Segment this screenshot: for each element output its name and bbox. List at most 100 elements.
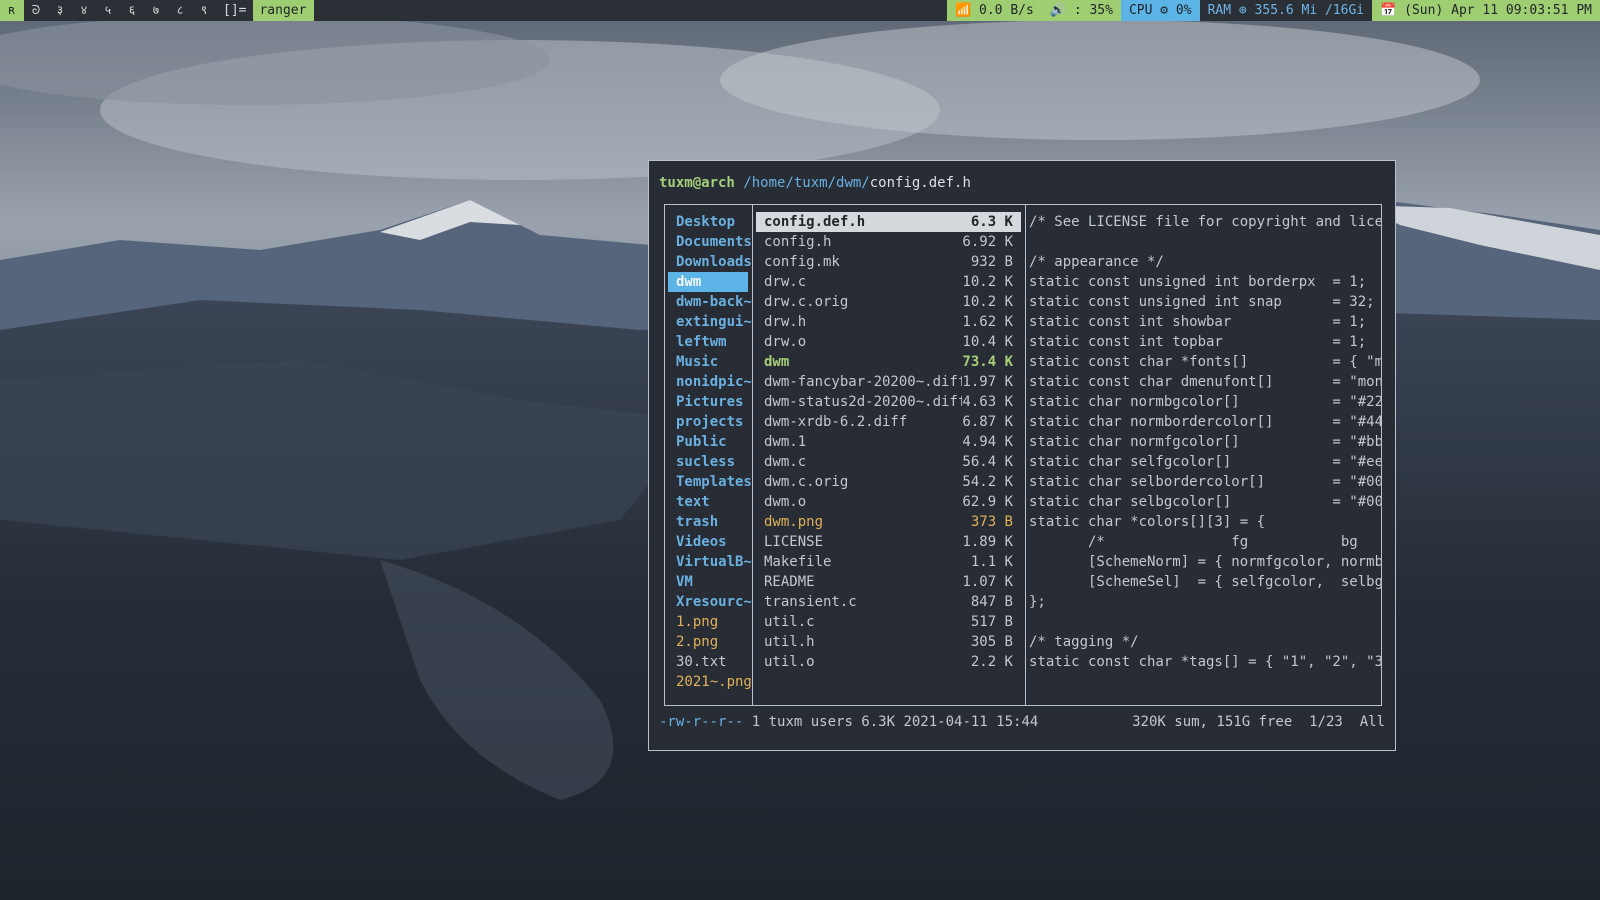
parent-entry[interactable]: Templates [668, 472, 752, 492]
parent-entry[interactable]: Music [668, 352, 748, 372]
file-entry[interactable]: util.o 2.2 K [756, 652, 1021, 672]
workspace-tag-4[interactable]: ४ [72, 0, 96, 21]
workspace-tag-8[interactable]: ८ [168, 0, 192, 21]
parent-entry[interactable]: 2.png [668, 632, 748, 652]
parent-entry[interactable]: text [668, 492, 748, 512]
preview-line: static const char *tags[] = { "1", "2", … [1029, 654, 1381, 670]
preview-line: static char selbgcolor[] = "#0055 [1029, 494, 1381, 510]
file-entry[interactable]: config.def.h 6.3 K [756, 212, 1021, 232]
workspace-tag-7[interactable]: ७ [144, 0, 168, 21]
preview-line: static char normbordercolor[] = "#4444 [1029, 414, 1381, 430]
file-entry[interactable]: Makefile 1.1 K [756, 552, 1021, 572]
preview-line: static char *colors[][3] = { [1029, 514, 1266, 530]
file-name: drw.c.orig [764, 294, 849, 310]
parent-entry[interactable]: 2021~.png [668, 672, 752, 692]
file-entry[interactable]: dwm.1 4.94 K [756, 432, 1021, 452]
file-size: 54.2 K [962, 474, 1013, 490]
file-name: config.def.h [764, 214, 866, 230]
file-size: 6.92 K [962, 234, 1013, 250]
workspace-tag-3[interactable]: ३ [48, 0, 72, 21]
preview-line: static const char dmenufont[] = "monos [1029, 374, 1381, 390]
bar-spacer [314, 0, 947, 21]
file-entry[interactable]: LICENSE 1.89 K [756, 532, 1021, 552]
cpu-status: CPU ⚙ 0% [1120, 0, 1200, 21]
terminal-window[interactable]: tuxm@arch /home/tuxm/dwm/config.def.h De… [648, 160, 1396, 751]
column-divider [1025, 205, 1026, 705]
file-entry[interactable]: util.h 305 B [756, 632, 1021, 652]
ranger-title-line: tuxm@arch /home/tuxm/dwm/config.def.h [659, 175, 971, 191]
preview-line: static const int showbar = 1; [1029, 314, 1367, 330]
column-divider [752, 205, 753, 705]
file-entry[interactable]: dwm.o 62.9 K [756, 492, 1021, 512]
parent-entry[interactable]: Documents [668, 232, 752, 252]
file-permissions: -rw-r--r-- [659, 714, 744, 730]
parent-entry[interactable]: Downloads [668, 252, 752, 272]
parent-entry[interactable]: dwm-back~ [668, 292, 752, 312]
parent-entry[interactable]: Desktop [668, 212, 748, 232]
parent-entry[interactable]: leftwm [668, 332, 748, 352]
preview-line: static char normbgcolor[] = "#2222 [1029, 394, 1381, 410]
parent-entry[interactable]: sucless [668, 452, 748, 472]
file-entry[interactable]: transient.c 847 B [756, 592, 1021, 612]
layout-indicator[interactable]: []= [216, 0, 253, 21]
parent-entry[interactable]: nonidpic~ [668, 372, 752, 392]
file-info: 1 tuxm users 6.3K 2021-04-11 15:44 [743, 714, 1039, 730]
preview-line: /* appearance */ [1029, 254, 1164, 270]
file-size: 10.2 K [962, 274, 1013, 290]
preview-line: }; [1029, 594, 1046, 610]
file-entry[interactable]: dwm.png 373 B [756, 512, 1021, 532]
file-entry[interactable]: config.h 6.92 K [756, 232, 1021, 252]
file-entry[interactable]: dwm-xrdb-6.2.diff 6.87 K [756, 412, 1021, 432]
file-entry[interactable]: dwm.c 56.4 K [756, 452, 1021, 472]
file-entry[interactable]: drw.h 1.62 K [756, 312, 1021, 332]
workspace-tag-1[interactable]: ʀ [0, 0, 24, 21]
workspace-tag-5[interactable]: ५ [96, 0, 120, 21]
parent-entry[interactable]: Pictures [668, 392, 748, 412]
file-size: 847 B [970, 594, 1013, 610]
file-entry[interactable]: README 1.07 K [756, 572, 1021, 592]
file-entry[interactable]: util.c 517 B [756, 612, 1021, 632]
parent-entry[interactable]: trash [668, 512, 748, 532]
preview-line: /* tagging */ [1029, 634, 1139, 650]
window-title: ranger [253, 0, 315, 21]
file-size: 73.4 K [962, 354, 1013, 370]
file-name: dwm-xrdb-6.2.diff [764, 414, 908, 430]
parent-entry[interactable]: VirtualB~ [668, 552, 752, 572]
current-path: /home/tuxm/dwm/ [743, 175, 870, 191]
file-entry[interactable]: drw.c.orig 10.2 K [756, 292, 1021, 312]
parent-entry[interactable]: VM [668, 572, 748, 592]
workspace-tag-2[interactable]: ᘐ [24, 0, 48, 21]
workspace-tag-9[interactable]: ९ [192, 0, 216, 21]
file-size: 4.94 K [962, 434, 1013, 450]
file-entry[interactable]: drw.c 10.2 K [756, 272, 1021, 292]
file-name: drw.h [764, 314, 807, 330]
workspace-tag-6[interactable]: ६ [120, 0, 144, 21]
file-size: 1.62 K [962, 314, 1013, 330]
parent-entry[interactable]: 1.png [668, 612, 748, 632]
parent-entry[interactable]: extingui~ [668, 312, 752, 332]
file-size: 10.2 K [962, 294, 1013, 310]
preview-line: /* See LICENSE file for copyright and li… [1029, 214, 1381, 230]
parent-entry[interactable]: Public [668, 432, 748, 452]
file-entry[interactable]: dwm 73.4 K [756, 352, 1021, 372]
parent-entry[interactable]: projects [668, 412, 748, 432]
file-name: README [764, 574, 815, 590]
user-host: tuxm@arch [659, 175, 735, 191]
parent-entry[interactable]: Xresourc~ [668, 592, 752, 612]
file-entry[interactable]: dwm-status2d-20200~.diff 4.63 K [756, 392, 1021, 412]
file-size: 10.4 K [962, 334, 1013, 350]
parent-entry[interactable]: dwm [668, 272, 748, 292]
parent-entry[interactable]: 30.txt [668, 652, 748, 672]
file-name: dwm.png [764, 514, 824, 530]
file-entry[interactable]: config.mk 932 B [756, 252, 1021, 272]
file-entry[interactable]: dwm-fancybar-20200~.diff 1.97 K [756, 372, 1021, 392]
ram-status: RAM ⊕ 355.6 Mi /16Gi [1199, 0, 1373, 21]
status-spacer [1038, 714, 1132, 730]
date-status: 📅 (Sun) Apr 11 09:03:51 PM [1372, 0, 1600, 21]
preview-line: [SchemeNorm] = { normfgcolor, normbgc [1029, 554, 1381, 570]
parent-entry[interactable]: Videos [668, 532, 748, 552]
file-entry[interactable]: drw.o 10.4 K [756, 332, 1021, 352]
file-entry[interactable]: dwm.c.orig 54.2 K [756, 472, 1021, 492]
file-size: 373 B [970, 514, 1013, 530]
file-size: 305 B [970, 634, 1013, 650]
